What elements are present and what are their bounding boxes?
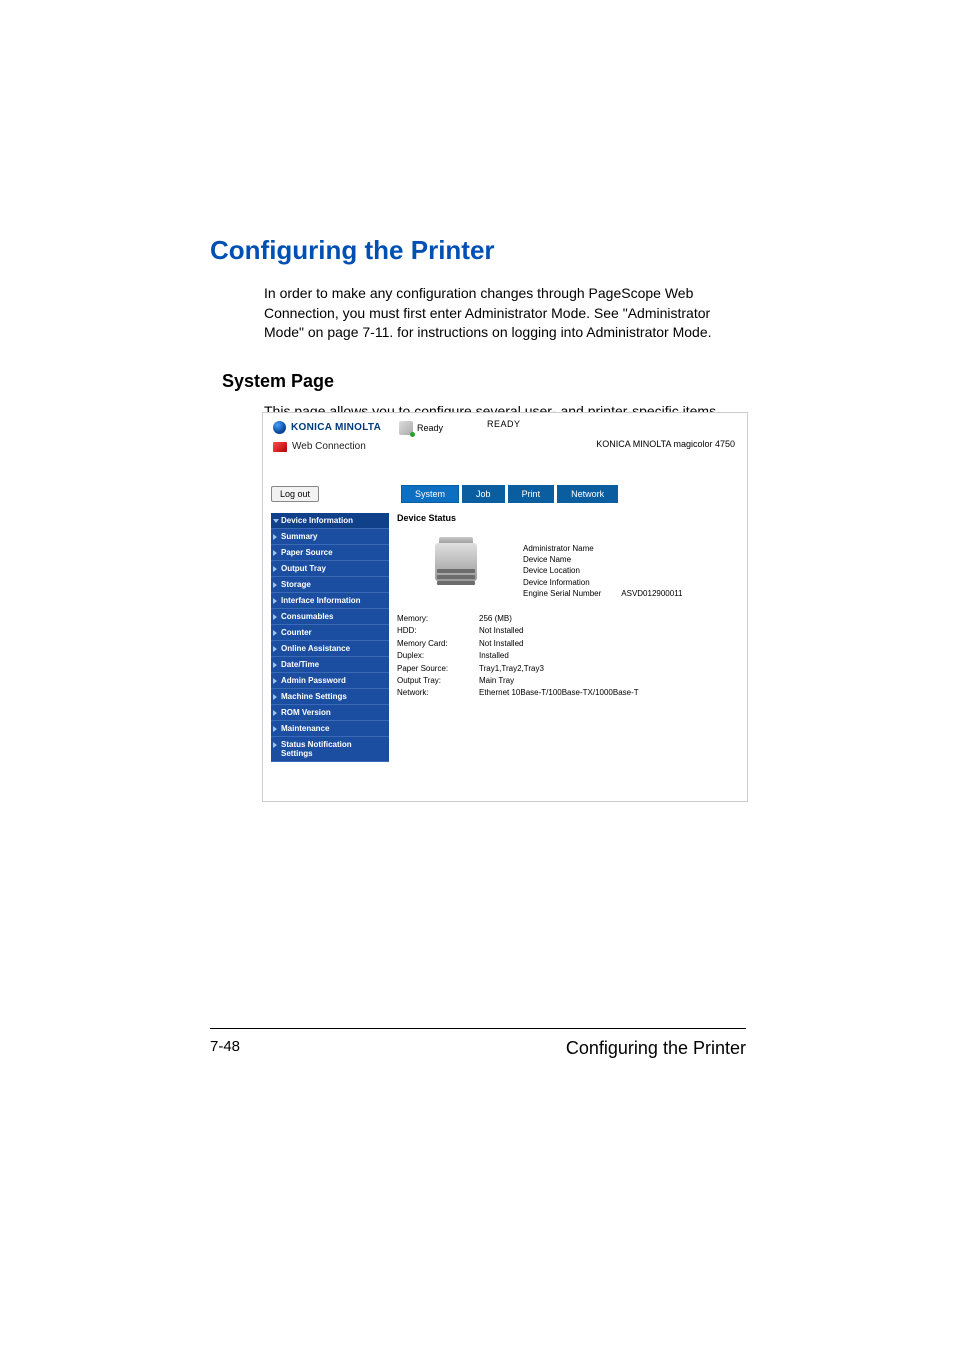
embedded-screenshot: KONICA MINOLTA Web Connection Ready READ… [262,412,748,802]
status-small: Ready [417,423,443,433]
sidebar-item-counter[interactable]: Counter [271,625,389,641]
sidebar-item-maintenance[interactable]: Maintenance [271,721,389,737]
tab-job[interactable]: Job [462,485,505,503]
logout-button[interactable]: Log out [271,486,319,502]
sidebar-item-storage[interactable]: Storage [271,577,389,593]
printer-status-icon [399,421,413,435]
spec-key: Network: [397,687,479,699]
spec-key: Duplex: [397,650,479,662]
spec-table: Memory:256 (MB) HDD:Not Installed Memory… [397,613,639,700]
webconnection-text: Web Connection [292,441,366,452]
serial-label: Engine Serial Number [523,588,601,599]
brand-text: KONICA MINOLTA [291,422,381,433]
spec-key: Memory Card: [397,638,479,650]
sidebar-item-status-notification-settings[interactable]: Status Notification Settings [271,737,389,762]
device-info-list: Administrator Name Device Name Device Lo… [523,543,683,599]
printer-image [427,537,485,587]
serial-value: ASVD012900011 [621,588,682,599]
device-location-label: Device Location [523,565,683,576]
sidebar-item-interface-information[interactable]: Interface Information [271,593,389,609]
sidebar-item-output-tray[interactable]: Output Tray [271,561,389,577]
spec-key: Output Tray: [397,675,479,687]
sidebar-item-summary[interactable]: Summary [271,529,389,545]
globe-icon [273,421,286,434]
main-content: Device Status Administrator Name Device … [397,513,739,531]
admin-name-label: Administrator Name [523,543,683,554]
sidebar-item-device-information[interactable]: Device Information [271,513,389,529]
sidebar: Device Information Summary Paper Source … [271,513,389,762]
section-heading: System Page [222,371,746,392]
page-heading: Configuring the Printer [210,235,746,266]
device-name-label: Device Name [523,554,683,565]
spec-val: Not Installed [479,625,523,637]
status-big: READY [487,419,521,429]
page-number: 7-48 [210,1038,240,1055]
sidebar-item-consumables[interactable]: Consumables [271,609,389,625]
sidebar-item-date-time[interactable]: Date/Time [271,657,389,673]
spec-val: Main Tray [479,675,514,687]
spec-val: Ethernet 10Base-T/100Base-TX/1000Base-T [479,687,639,699]
sidebar-item-machine-settings[interactable]: Machine Settings [271,689,389,705]
sidebar-item-admin-password[interactable]: Admin Password [271,673,389,689]
spec-val: Installed [479,650,509,662]
spec-val: 256 (MB) [479,613,512,625]
tab-print[interactable]: Print [508,485,555,503]
footer-title: Configuring the Printer [566,1038,746,1059]
spec-val: Tray1,Tray2,Tray3 [479,663,544,675]
sidebar-item-online-assistance[interactable]: Online Assistance [271,641,389,657]
sidebar-item-paper-source[interactable]: Paper Source [271,545,389,561]
model-name: KONICA MINOLTA magicolor 4750 [596,439,735,449]
intro-paragraph: In order to make any configuration chang… [264,284,746,343]
device-info-label: Device Information [523,577,683,588]
device-status-title: Device Status [397,513,739,523]
tab-system[interactable]: System [401,485,459,503]
spec-val: Not Installed [479,638,523,650]
sidebar-item-rom-version[interactable]: ROM Version [271,705,389,721]
spec-key: Paper Source: [397,663,479,675]
spec-key: HDD: [397,625,479,637]
tab-network[interactable]: Network [557,485,618,503]
pagescope-icon [273,442,287,452]
spec-key: Memory: [397,613,479,625]
footer-rule [210,1028,746,1029]
